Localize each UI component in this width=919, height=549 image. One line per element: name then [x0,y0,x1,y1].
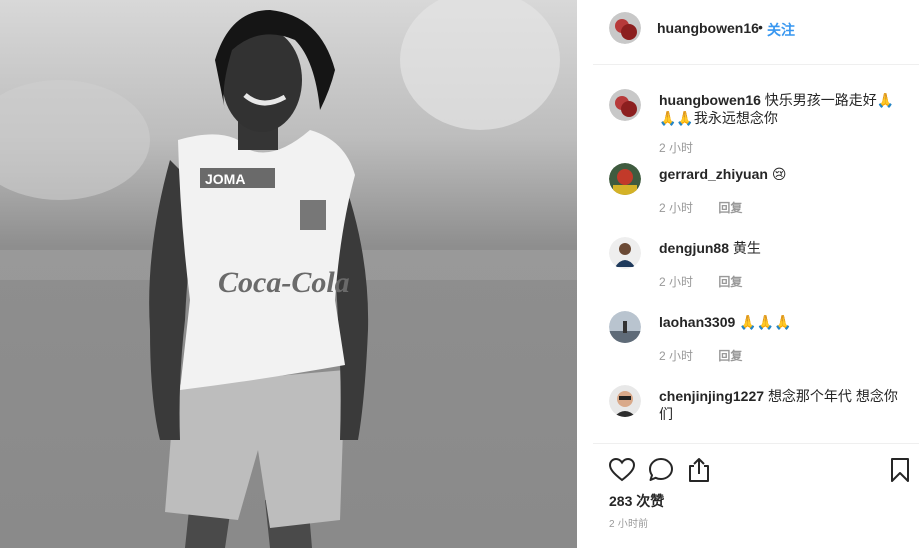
post-panel: huangbowen16 • 关注 huangbowen16 快乐男孩一路走好🙏… [593,0,919,548]
comment-text: chenjinjing1227 想念那个年代 想念你们 [659,387,904,423]
header-username[interactable]: huangbowen16 [657,20,759,36]
post-actions: 283 次赞 2 小时前 [593,443,919,549]
post-photo[interactable]: JOMA Coca-Cola [0,0,577,548]
heart-icon[interactable] [609,458,635,482]
comment-text: huangbowen16 快乐男孩一路走好🙏🙏🙏我永远想念你 [659,91,904,127]
post-timestamp[interactable]: 2 小时前 [609,515,648,530]
likes-count[interactable]: 283 次赞 [609,491,664,511]
comment-meta: 2 小时 回复 [659,199,742,216]
reply-button[interactable]: 回复 [718,349,742,363]
bookmark-icon[interactable] [890,457,910,483]
comment-username[interactable]: gerrard_zhiyuan [659,166,768,182]
comment-username[interactable]: laohan3309 [659,314,735,330]
avatar[interactable] [609,89,641,121]
comment-meta: 2 小时 [659,139,715,156]
comment-body: 😢 [771,166,787,182]
avatar[interactable] [609,163,641,195]
follow-button[interactable]: 关注 [767,20,795,40]
header-separator: • [758,19,763,35]
comment-icon[interactable] [648,457,674,483]
comment-meta: 2 小时 回复 [659,347,742,364]
comment-body: 黄生 [732,240,761,256]
comment-username[interactable]: huangbowen16 [659,92,761,108]
comment-time[interactable]: 2 小时 [659,199,715,216]
avatar[interactable] [609,385,641,417]
comment-time[interactable]: 2 小时 [659,347,715,364]
jersey-sponsor-text: Coca-Cola [218,266,350,299]
share-icon[interactable] [687,457,711,483]
post-image: JOMA Coca-Cola [0,0,577,548]
comment-meta: 2 小时 回复 [659,273,742,290]
reply-button[interactable]: 回复 [718,275,742,289]
comment-username[interactable]: chenjinjing1227 [659,388,764,404]
avatar[interactable] [609,237,641,269]
comment-time[interactable]: 2 小时 [659,273,715,290]
reply-button[interactable]: 回复 [718,201,742,215]
jersey-brand-text: JOMA [205,171,245,187]
comment-text: gerrard_zhiyuan 😢 [659,165,904,183]
comment-text: laohan3309 🙏🙏🙏 [659,313,904,331]
comment-username[interactable]: dengjun88 [659,240,729,256]
post-header: huangbowen16 • 关注 [593,0,919,65]
comment-body: 🙏🙏🙏 [739,314,792,330]
comment-time[interactable]: 2 小时 [659,139,715,156]
comments-list[interactable]: huangbowen16 快乐男孩一路走好🙏🙏🙏我永远想念你 2 小时 gerr… [593,65,919,443]
avatar[interactable] [609,12,641,44]
comment-text: dengjun88 黄生 [659,239,904,257]
avatar[interactable] [609,311,641,343]
